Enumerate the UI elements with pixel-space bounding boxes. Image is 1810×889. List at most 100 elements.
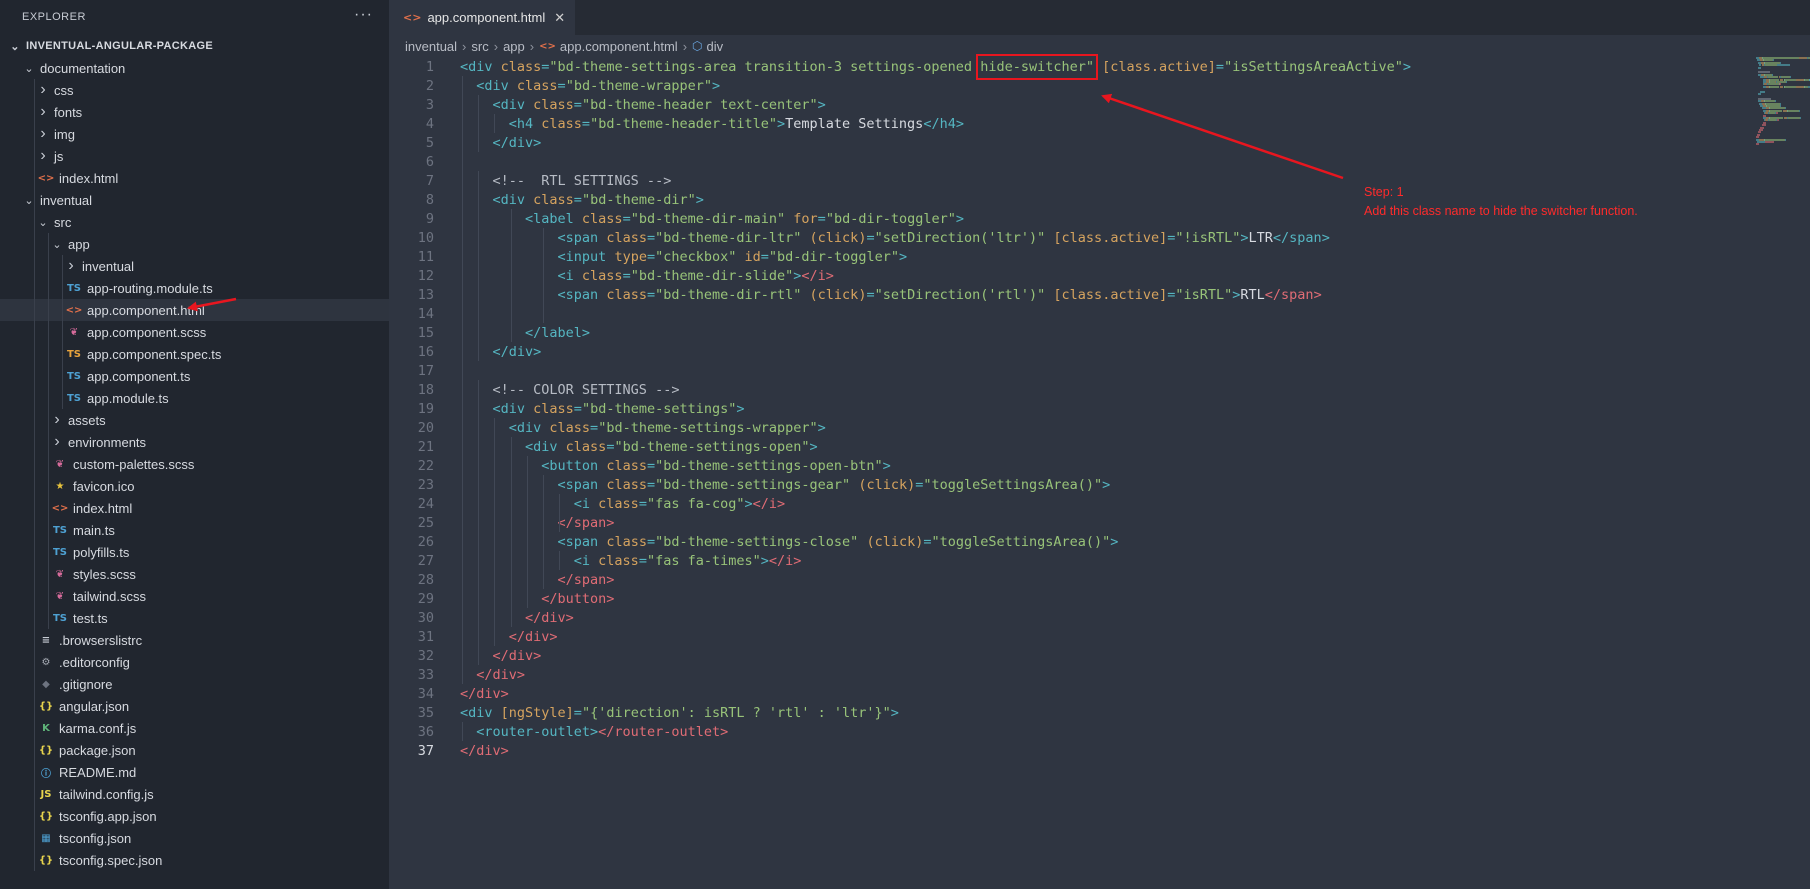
tree-item-environments[interactable]: › environments (0, 431, 439, 453)
breadcrumb-item[interactable]: app.component.html (560, 39, 678, 54)
typescript-file-icon: TS (66, 282, 82, 294)
code-token: (click) (809, 286, 867, 303)
code-token: = (573, 191, 582, 208)
tree-item-tsconfig-spec-json[interactable]: {} tsconfig.spec.json (0, 849, 427, 871)
code-token: = (866, 229, 875, 246)
code-line: 29 </button> (389, 589, 615, 608)
code-token: = (760, 248, 769, 265)
tree-item-angular-json[interactable]: {} angular.json (0, 695, 427, 717)
code-token: class (606, 476, 647, 493)
sass-file-icon: ❦ (69, 326, 79, 338)
line-number: 9 (425, 210, 434, 227)
tree-item-index-html[interactable]: <> index.html (0, 167, 427, 189)
tree-item-fonts[interactable]: › fonts (0, 101, 425, 123)
tree-item-app-component-scss[interactable]: ❦ app.component.scss (0, 321, 455, 343)
gear-file-icon: ⚙ (41, 656, 51, 668)
chevron-right-icon: › (40, 103, 46, 120)
tree-item-browserslistrc[interactable]: ≡ .browserslistrc (0, 629, 427, 651)
line-number: 23 (417, 476, 434, 493)
code-text: <i class="fas fa-cog"></i> (460, 496, 785, 512)
code-token: "!isRTL" (1175, 229, 1241, 246)
code-text: </div> (460, 667, 525, 683)
minimap-line (1776, 119, 1780, 122)
indent-guide (478, 171, 480, 361)
tree-item-inventual[interactable]: ⌄ inventual (0, 189, 411, 211)
tree-item-app[interactable]: ⌄ app (0, 233, 439, 255)
tree-item-app-routing-module-ts[interactable]: TS app-routing.module.ts (0, 277, 455, 299)
line-number: 17 (417, 362, 434, 379)
tree-item-src[interactable]: ⌄ src (0, 211, 425, 233)
code-text: <label class="bd-theme-dir-main" for="bd… (460, 211, 964, 227)
tree-item-app-component-html[interactable]: <> app.component.html (0, 299, 455, 321)
tree-item-app-component-spec-ts[interactable]: TS app.component.spec.ts (0, 343, 455, 365)
line-number: 6 (425, 153, 434, 170)
tree-item-label: app-routing.module.ts (87, 280, 213, 296)
indent-guide (559, 494, 561, 532)
code-token: <div (460, 58, 501, 75)
close-icon[interactable]: ✕ (554, 10, 565, 26)
code-token: <!-- COLOR SETTINGS --> (460, 381, 680, 398)
chevron-down-icon: ⌄ (24, 62, 34, 75)
editor-area: <> app.component.html ✕ inventual › src › ap… (389, 0, 1810, 889)
code-text: </span> (460, 572, 615, 588)
tree-item-label: css (54, 82, 74, 98)
tree-item-inventual[interactable]: › inventual (0, 255, 453, 277)
json-file-icon: {} (38, 810, 54, 822)
tree-item-documentation[interactable]: ⌄ documentation (0, 57, 411, 79)
code-token: "bd-theme-dir-slide" (630, 267, 794, 284)
breadcrumb-item[interactable]: src (471, 39, 488, 54)
typescript-file-icon: TS (52, 524, 68, 536)
explorer-root-folder[interactable]: ⌄ INVENTUAL-ANGULAR-PACKAGE (0, 35, 397, 57)
tree-item-app-component-ts[interactable]: TS app.component.ts (0, 365, 455, 387)
line-number: 27 (417, 552, 434, 569)
more-actions-icon[interactable]: ··· (354, 6, 373, 24)
breadcrumb-item[interactable]: app (503, 39, 525, 54)
tree-item-custom-palettes-scss[interactable]: ❦ custom-palettes.scss (0, 453, 441, 475)
code-token: "bd-theme-dir" (581, 191, 696, 208)
indent-guide (526, 456, 528, 608)
minimap[interactable] (1746, 57, 1810, 147)
tree-item-app-module-ts[interactable]: TS app.module.ts (0, 387, 455, 409)
tree-item-test-ts[interactable]: TS test.ts (0, 607, 441, 629)
tree-item-label: tsconfig.app.json (59, 808, 157, 824)
code-line: 7 <!-- RTL SETTINGS --> (389, 171, 671, 190)
tree-item-styles-scss[interactable]: ❦ styles.scss (0, 563, 441, 585)
tree-item-js[interactable]: › js (0, 145, 425, 167)
tree-item-gitignore[interactable]: ◆ .gitignore (0, 673, 427, 695)
tree-item-tsconfig-json[interactable]: ▦ tsconfig.json (0, 827, 427, 849)
code-token: class (581, 267, 623, 284)
code-text: <router-outlet></router-outlet> (460, 724, 728, 740)
tree-item-img[interactable]: › img (0, 123, 425, 145)
code-line: 28 </span> (389, 570, 615, 589)
indent-guide (478, 380, 480, 665)
tree-item-css[interactable]: › css (0, 79, 425, 101)
tree-item-readme-md[interactable]: ⓘ README.md (0, 761, 427, 783)
tab-app-component-html[interactable]: <> app.component.html ✕ (389, 0, 576, 35)
breadcrumb-item[interactable]: div (707, 39, 724, 54)
breadcrumb-item[interactable]: inventual (405, 39, 457, 54)
code-token: = (622, 267, 631, 284)
tree-item-favicon-ico[interactable]: ★ favicon.ico (0, 475, 441, 497)
tree-item-karma-conf-js[interactable]: Kkarma.conf.js (0, 717, 427, 739)
code-token: class (606, 286, 647, 303)
tree-item-polyfills-ts[interactable]: TS polyfills.ts (0, 541, 441, 563)
tree-item-main-ts[interactable]: TS main.ts (0, 519, 441, 541)
tree-item-index-html[interactable]: <> index.html (0, 497, 441, 519)
tree-item-package-json[interactable]: {} package.json (0, 739, 427, 761)
line-number: 36 (417, 723, 434, 740)
code-token: class (565, 438, 607, 455)
tree-item-tailwind-scss[interactable]: ❦ tailwind.scss (0, 585, 441, 607)
highlight-box (976, 53, 1098, 80)
minimap-line (1796, 85, 1804, 88)
typescript-file-icon: TS (52, 612, 68, 624)
tree-item-assets[interactable]: › assets (0, 409, 439, 431)
code-text: </div> (460, 610, 574, 626)
code-token: </div> (460, 134, 542, 151)
tree-item-label: inventual (40, 192, 93, 208)
tree-item-tsconfig-app-json[interactable]: {} tsconfig.app.json (0, 805, 427, 827)
tree-item-tailwind-config-js[interactable]: JS tailwind.config.js (0, 783, 427, 805)
code-token: > (760, 552, 769, 569)
tree-item-editorconfig[interactable]: ⚙ .editorconfig (0, 651, 427, 673)
code-token: <!-- RTL SETTINGS --> (460, 172, 672, 189)
